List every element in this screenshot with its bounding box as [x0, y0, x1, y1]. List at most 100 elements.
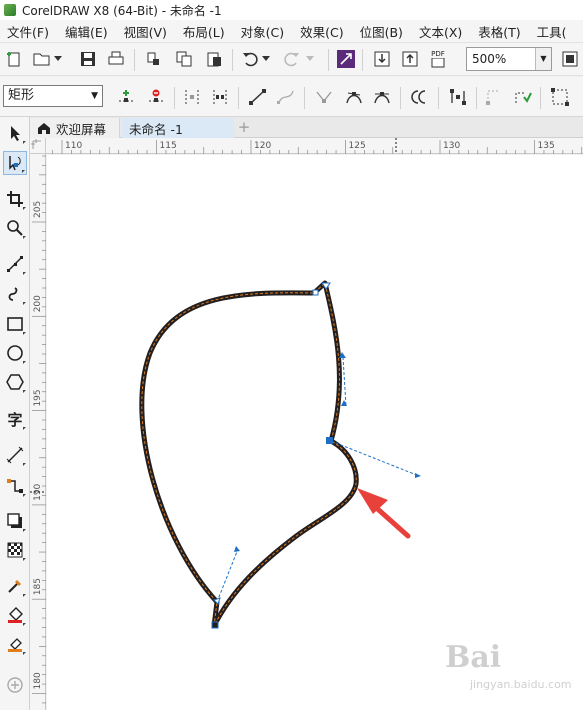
cusp-node-icon[interactable] — [314, 87, 334, 107]
app-logo-icon — [4, 4, 16, 16]
import-icon[interactable] — [372, 49, 392, 69]
window-title: CorelDRAW X8 (64-Bit) - 未命名 -1 — [22, 3, 222, 18]
undo-dropdown-icon[interactable] — [260, 49, 272, 69]
crop-tool-icon[interactable] — [3, 187, 27, 211]
menu-view[interactable]: 视图(V) — [116, 22, 175, 41]
delete-node-icon[interactable] — [146, 87, 166, 107]
curve-object[interactable] — [139, 280, 359, 629]
smooth-node-icon[interactable] — [344, 87, 364, 107]
open-dropdown-icon[interactable] — [52, 49, 64, 69]
menu-text[interactable]: 文本(X) — [411, 22, 470, 41]
zoom-level-combo[interactable]: 500% ▼ — [466, 47, 552, 71]
ruler-label: 195 — [33, 389, 43, 406]
smart-fill-tool-icon[interactable] — [3, 632, 27, 656]
convert-to-line-icon[interactable] — [248, 87, 268, 107]
save-icon[interactable] — [78, 49, 98, 69]
menu-effects[interactable]: 效果(C) — [292, 22, 351, 41]
connector-tool-icon[interactable] — [3, 474, 27, 498]
polygon-tool-icon[interactable] — [3, 370, 27, 394]
toolbar-separator — [476, 87, 477, 109]
horizontal-ruler[interactable]: 110 115 120 125 130 135 — [46, 138, 583, 154]
curve-path[interactable] — [139, 280, 359, 629]
tab-document[interactable]: 未命名 -1 — [122, 118, 234, 138]
add-tool-icon[interactable] — [3, 673, 27, 697]
add-tab-button[interactable]: + — [235, 119, 253, 137]
redo-icon[interactable] — [282, 49, 302, 69]
eyedropper-tool-icon[interactable] — [3, 574, 27, 598]
break-curve-icon[interactable] — [210, 87, 230, 107]
text-tool-icon[interactable]: 字 — [3, 407, 27, 431]
menu-table[interactable]: 表格(T) — [470, 22, 528, 41]
handle-endpoint[interactable] — [415, 473, 421, 478]
ruler-origin[interactable] — [30, 138, 46, 154]
paste-icon[interactable] — [204, 49, 224, 69]
parallel-dimension-tool-icon[interactable] — [3, 443, 27, 467]
redo-dropdown-icon[interactable] — [304, 49, 316, 69]
extract-subpath-icon[interactable] — [448, 87, 468, 107]
drawing-surface[interactable] — [47, 155, 583, 710]
add-node-icon[interactable] — [116, 87, 136, 107]
toolbar-separator — [400, 87, 401, 109]
menu-bar: 文件(F) 编辑(E) 视图(V) 布局(L) 对象(C) 效果(C) 位图(B… — [0, 20, 583, 42]
control-handle-line — [342, 356, 347, 407]
menu-edit[interactable]: 编辑(E) — [57, 22, 116, 41]
transparency-tool-icon[interactable] — [3, 538, 27, 562]
annotation-arrow — [357, 488, 411, 539]
select-all-nodes-icon[interactable] — [550, 87, 570, 107]
auto-close-icon[interactable] — [512, 87, 532, 107]
node[interactable] — [312, 289, 319, 296]
toolbar-separator — [232, 49, 233, 71]
search-content-icon[interactable] — [336, 49, 356, 69]
toolbar-separator — [238, 87, 239, 109]
cut-icon[interactable] — [144, 49, 164, 69]
handle-endpoint[interactable] — [234, 546, 240, 552]
interactive-fill-tool-icon[interactable] — [3, 603, 27, 627]
convert-to-curve-icon[interactable] — [276, 87, 296, 107]
artistic-media-tool-icon[interactable] — [3, 282, 27, 306]
drawing-canvas[interactable] — [47, 155, 583, 710]
open-folder-icon[interactable] — [32, 49, 52, 69]
freehand-tool-icon[interactable] — [3, 252, 27, 276]
menu-bitmaps[interactable]: 位图(B) — [352, 22, 411, 41]
menu-layout[interactable]: 布局(L) — [175, 22, 233, 41]
toolbar-separator — [362, 49, 363, 71]
toolbar-separator — [304, 87, 305, 109]
reverse-direction-icon[interactable] — [410, 87, 430, 107]
tab-welcome-screen[interactable]: 欢迎屏幕 — [30, 118, 120, 138]
close-curve-icon[interactable] — [484, 87, 504, 107]
undo-icon[interactable] — [240, 49, 260, 69]
ellipse-tool-icon[interactable] — [3, 341, 27, 365]
text-tool-glyph: 字 — [7, 410, 23, 429]
toolbar-separator — [438, 87, 439, 109]
copy-icon[interactable] — [174, 49, 194, 69]
menu-object[interactable]: 对象(C) — [233, 22, 292, 41]
menu-tools[interactable]: 工具( — [529, 22, 575, 41]
zoom-dropdown-icon[interactable]: ▼ — [535, 48, 551, 70]
rectangle-tool-icon[interactable] — [3, 312, 27, 336]
ruler-label: 110 — [65, 141, 82, 151]
toolbar-separator — [540, 87, 541, 109]
vertical-ruler[interactable]: 205 200 195 190 185 180 — [30, 154, 46, 710]
pick-tool-icon[interactable] — [3, 121, 27, 145]
node[interactable] — [211, 621, 219, 629]
full-screen-icon[interactable] — [560, 49, 580, 69]
ruler-label: 185 — [33, 578, 43, 595]
vertical-ruler-ticks: 205200195190185180 — [30, 155, 46, 704]
selected-node[interactable] — [326, 437, 333, 444]
menu-file[interactable]: 文件(F) — [0, 22, 57, 41]
join-nodes-icon[interactable] — [182, 87, 202, 107]
chevron-down-icon: ▼ — [91, 91, 98, 101]
zoom-tool-icon[interactable] — [3, 216, 27, 240]
publish-pdf-icon[interactable]: PDF — [428, 49, 448, 69]
title-bar: CorelDRAW X8 (64-Bit) - 未命名 -1 — [0, 0, 583, 20]
shape-type-select[interactable]: 矩形 ▼ — [3, 85, 103, 107]
tab-label: 未命名 -1 — [129, 121, 183, 137]
export-icon[interactable] — [400, 49, 420, 69]
new-document-icon[interactable] — [4, 49, 24, 69]
symmetrical-node-icon[interactable] — [372, 87, 392, 107]
shape-tool-icon[interactable] — [3, 151, 27, 175]
document-tab-bar: 欢迎屏幕 未命名 -1 + — [30, 117, 583, 138]
toolbar-separator — [328, 49, 329, 71]
print-icon[interactable] — [106, 49, 126, 69]
drop-shadow-tool-icon[interactable] — [3, 509, 27, 533]
